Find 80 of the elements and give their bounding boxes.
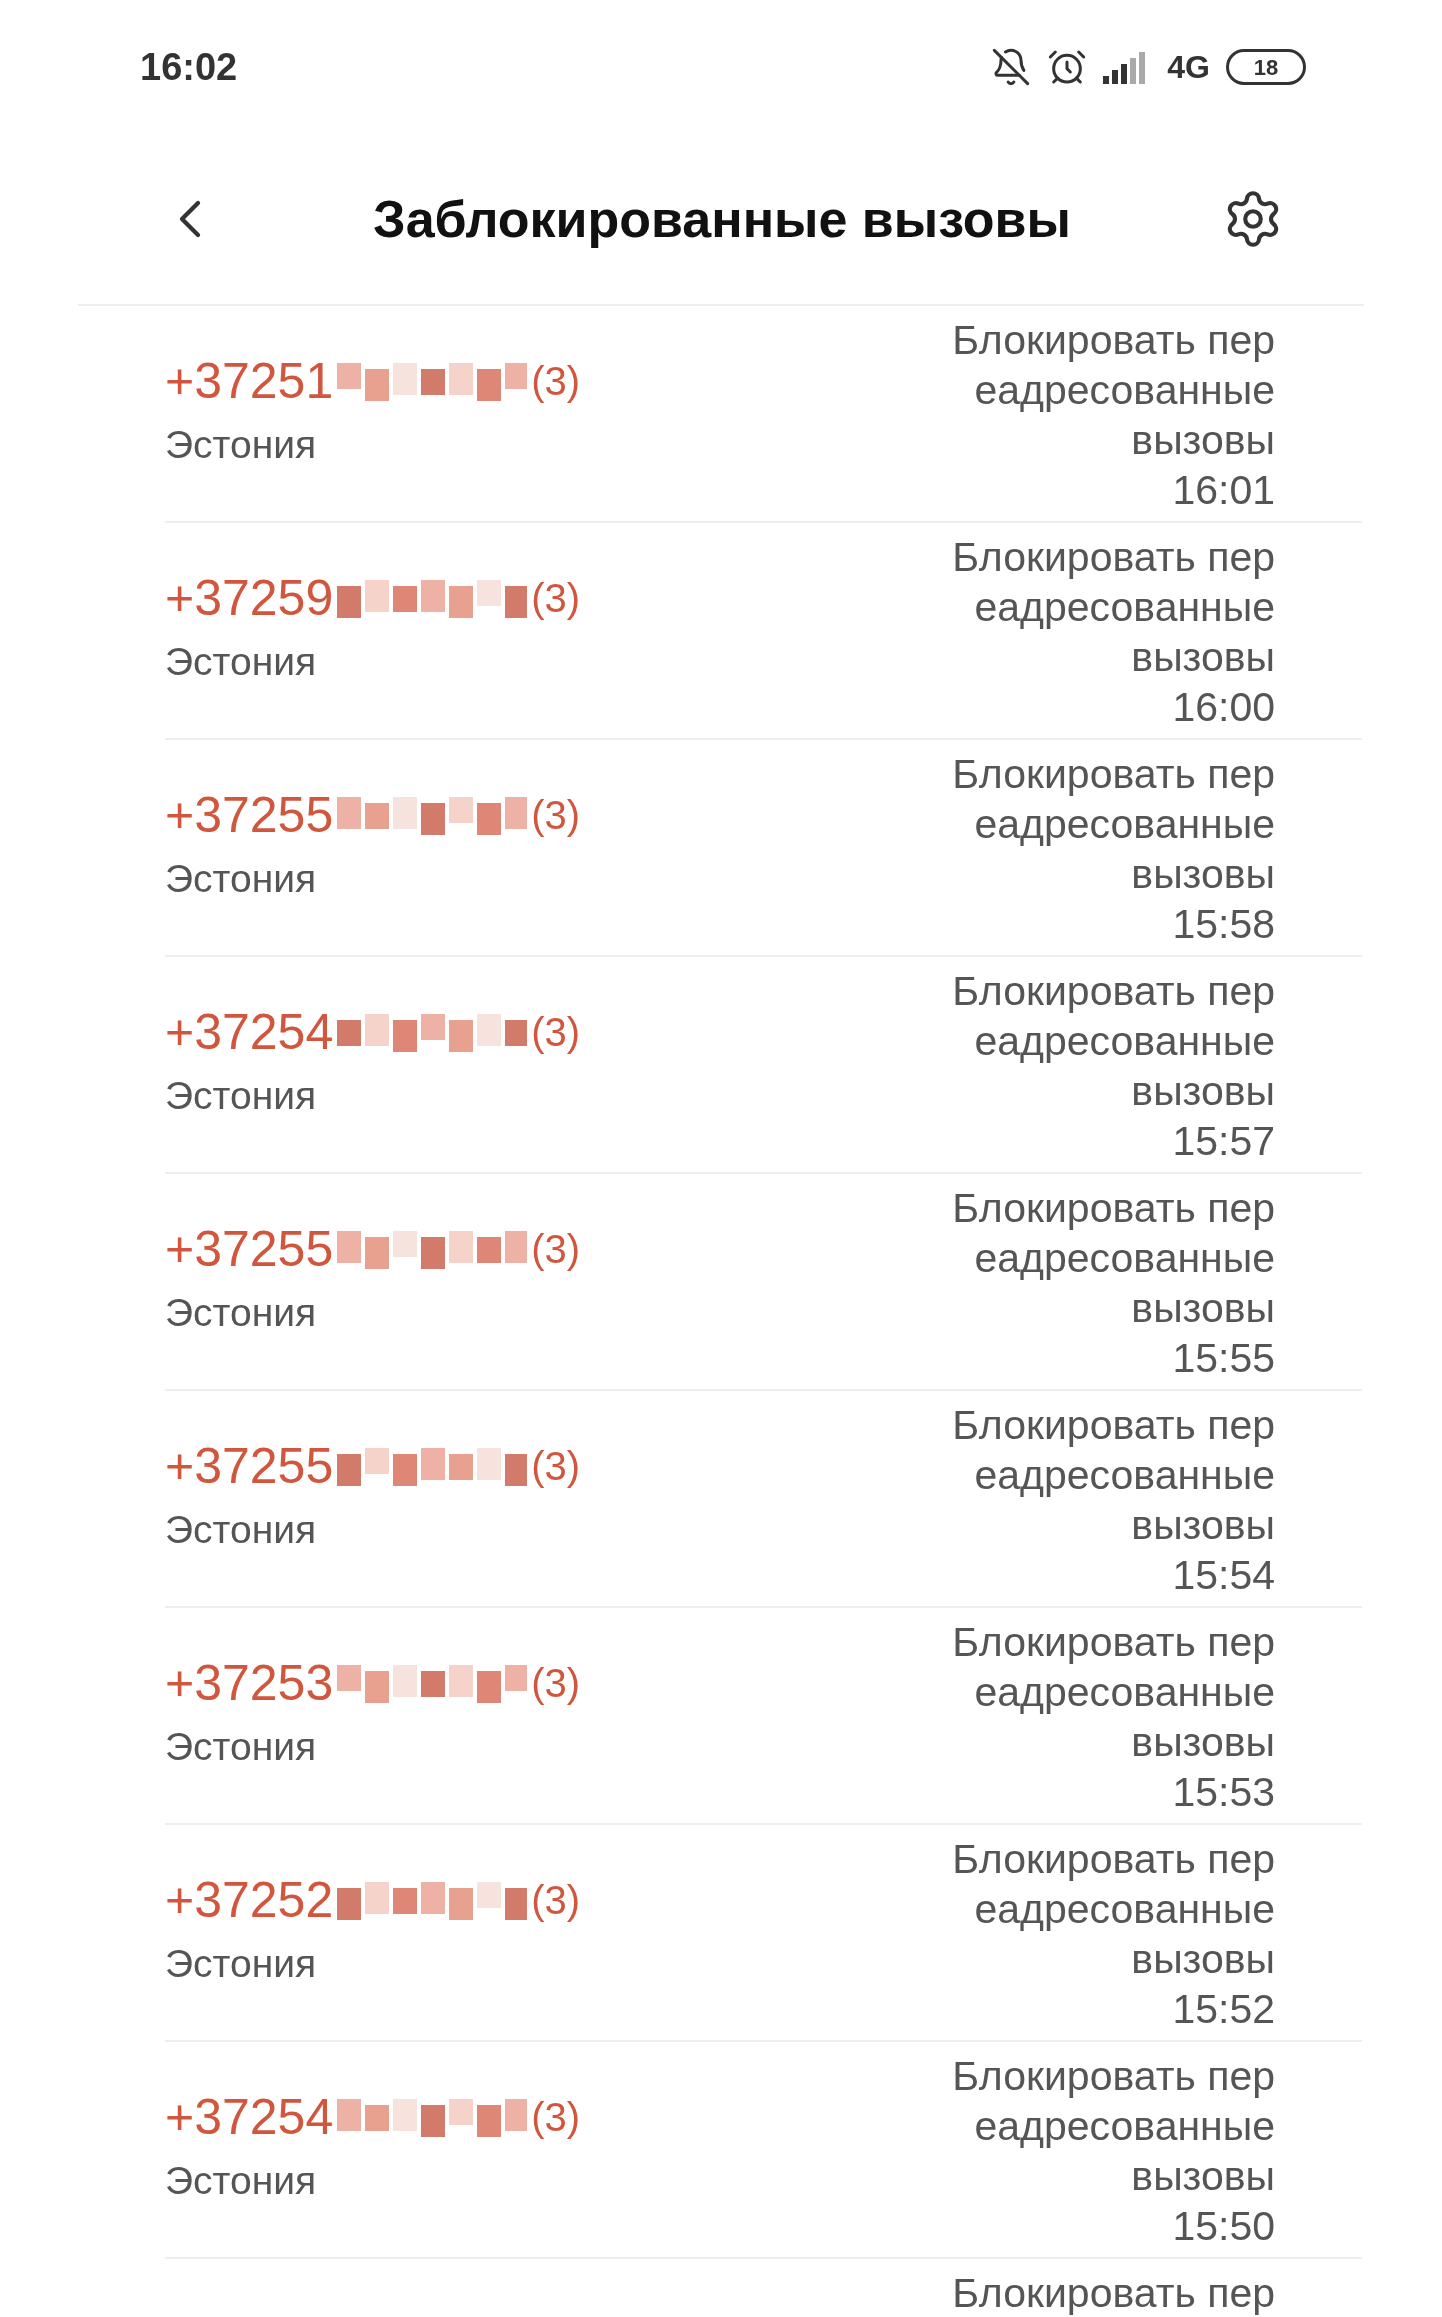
- battery-level: 18: [1253, 53, 1279, 82]
- block-reason-line: еадресованные: [974, 1668, 1275, 1717]
- block-reason-line: Блокировать пер: [952, 967, 1275, 1016]
- block-reason-line: вызовы: [1131, 850, 1275, 899]
- call-time: 15:52: [1172, 1985, 1275, 2034]
- call-time: 15:53: [1172, 1768, 1275, 1817]
- phone-number: +37259: [165, 568, 334, 628]
- block-reason-line: вызовы: [1131, 633, 1275, 682]
- call-row[interactable]: +37255 (3) Эстония Блокировать пер еадресованные вызовы 15:55: [165, 1174, 1362, 1391]
- block-reason-line: еадресованные: [974, 1234, 1275, 1283]
- block-reason-line: вызовы: [1131, 1501, 1275, 1550]
- block-reason-line: Блокировать пер: [952, 1618, 1275, 1667]
- call-time: 16:01: [1172, 466, 1275, 515]
- block-reason-line: еадресованные: [974, 1451, 1275, 1500]
- call-row[interactable]: +37253 (3) Эстония Блокировать пер еадресованные вызовы 15:53: [165, 1608, 1362, 1825]
- country-label: Эстония: [165, 1290, 318, 1336]
- call-time: 15:58: [1172, 900, 1275, 949]
- country-label: Эстония: [165, 1724, 318, 1770]
- call-row[interactable]: +37254 (3) Эстония Блокировать пер еадресованные вызовы 15:57: [165, 957, 1362, 1174]
- call-row[interactable]: +37251 (3) Эстония Блокировать пер еадресованные вызовы 16:01: [165, 306, 1362, 523]
- block-reason-line: еадресованные: [974, 366, 1275, 415]
- call-count: (3): [531, 792, 581, 839]
- country-label: Эстония: [165, 2158, 318, 2204]
- phone-number: +37254: [165, 1002, 334, 1062]
- call-row[interactable]: Блокировать пер: [165, 2259, 1362, 2317]
- call-time: 16:00: [1172, 683, 1275, 732]
- call-row[interactable]: +37255 (3) Эстония Блокировать пер еадресованные вызовы 15:58: [165, 740, 1362, 957]
- phone-number: +37252: [165, 1870, 334, 1930]
- block-reason-line: еадресованные: [974, 2102, 1275, 2151]
- block-reason-line: вызовы: [1131, 1284, 1275, 1333]
- block-reason-line: Блокировать пер: [952, 750, 1275, 799]
- call-time: 15:54: [1172, 1551, 1275, 1600]
- call-count: (3): [531, 2094, 581, 2141]
- call-time: 15:57: [1172, 1117, 1275, 1166]
- block-reason-line: Блокировать пер: [952, 1835, 1275, 1884]
- call-count: (3): [531, 358, 581, 405]
- block-reason-line: вызовы: [1131, 1067, 1275, 1116]
- phone-number: +37255: [165, 1436, 334, 1496]
- block-reason-line: Блокировать пер: [952, 533, 1275, 582]
- call-row[interactable]: +37259 (3) Эстония Блокировать пер еадресованные вызовы 16:00: [165, 523, 1362, 740]
- call-count: (3): [531, 1009, 581, 1056]
- block-reason-line: Блокировать пер: [952, 1401, 1275, 1450]
- alarm-clock-icon: [1047, 47, 1088, 87]
- country-label: Эстония: [165, 1507, 318, 1553]
- block-reason-line: вызовы: [1131, 1718, 1275, 1767]
- call-row[interactable]: +37255 (3) Эстония Блокировать пер еадресованные вызовы 15:54: [165, 1391, 1362, 1608]
- block-reason-line: Блокировать пер: [952, 2269, 1275, 2317]
- block-reason-line: Блокировать пер: [952, 316, 1275, 365]
- call-count: (3): [531, 1877, 581, 1924]
- block-reason-line: вызовы: [1131, 416, 1275, 465]
- phone-number: +37255: [165, 1219, 334, 1279]
- phone-number: +37254: [165, 2087, 334, 2147]
- block-reason-line: вызовы: [1131, 2152, 1275, 2201]
- call-row[interactable]: +37252 (3) Эстония Блокировать пер еадресованные вызовы 15:52: [165, 1825, 1362, 2042]
- block-reason-line: Блокировать пер: [952, 2052, 1275, 2101]
- call-count: (3): [531, 1660, 581, 1707]
- call-count: (3): [531, 1443, 581, 1490]
- call-count: (3): [531, 1226, 581, 1273]
- block-reason-line: еадресованные: [974, 1885, 1275, 1934]
- block-reason-line: еадресованные: [974, 583, 1275, 632]
- call-row[interactable]: +37254 (3) Эстония Блокировать пер еадресованные вызовы 15:50: [165, 2042, 1362, 2259]
- country-label: Эстония: [165, 856, 318, 902]
- status-time: 16:02: [140, 44, 238, 90]
- block-reason-line: еадресованные: [974, 800, 1275, 849]
- network-type: 4G: [1167, 48, 1210, 87]
- page-title: Заблокированные вызовы: [373, 189, 1071, 250]
- block-reason-line: еадресованные: [974, 1017, 1275, 1066]
- phone-number: +37251: [165, 351, 334, 411]
- call-count: (3): [531, 575, 581, 622]
- country-label: Эстония: [165, 422, 318, 468]
- country-label: Эстония: [165, 1073, 318, 1119]
- call-time: 15:55: [1172, 1334, 1275, 1383]
- country-label: Эстония: [165, 1941, 318, 1987]
- phone-number: +37253: [165, 1653, 334, 1713]
- phone-number: +37255: [165, 785, 334, 845]
- call-time: 15:50: [1172, 2202, 1275, 2251]
- country-label: Эстония: [165, 639, 318, 685]
- block-reason-line: вызовы: [1131, 1935, 1275, 1984]
- block-reason-line: Блокировать пер: [952, 1184, 1275, 1233]
- bell-off-icon: [991, 47, 1032, 87]
